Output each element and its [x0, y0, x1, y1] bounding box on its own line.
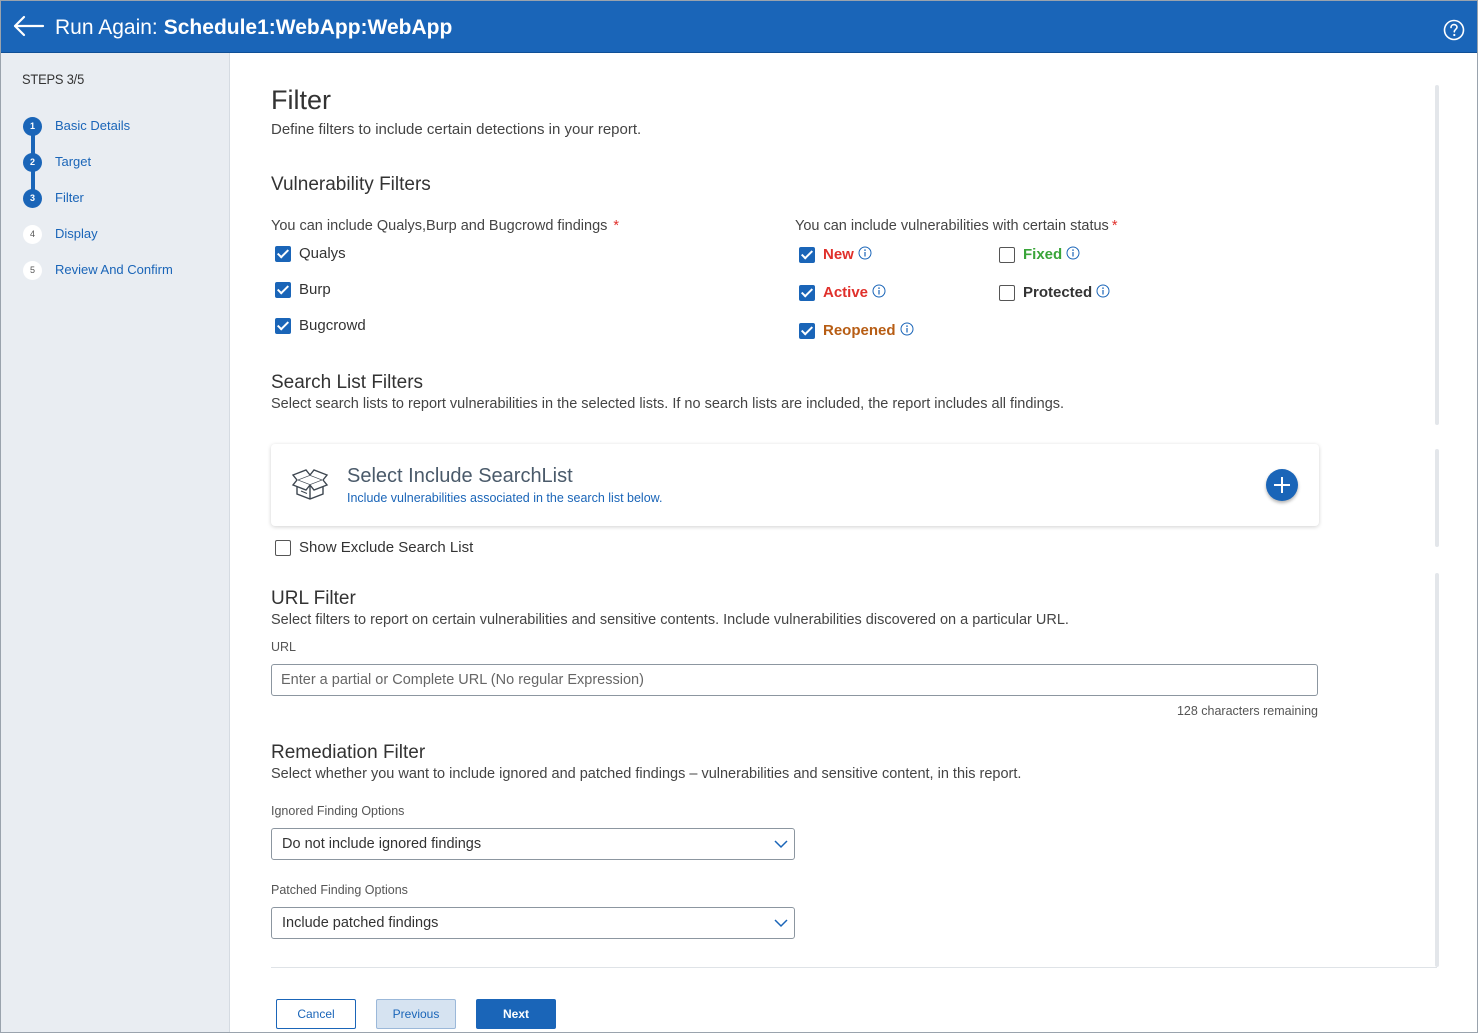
steps-sidebar: STEPS 3/5 1 Basic Details 2 Target 3 Fil… [1, 53, 230, 1032]
step-number: 2 [23, 153, 42, 172]
scrollbar-track[interactable] [1435, 573, 1439, 967]
ignored-options-label: Ignored Finding Options [271, 804, 405, 818]
step-label: Target [55, 154, 92, 169]
status-protected-label: Protected [1023, 284, 1093, 301]
searchlist-card-title: Select Include SearchList [347, 465, 573, 487]
info-circle-icon[interactable] [858, 246, 872, 260]
page-title: Filter [271, 85, 331, 115]
step-label: Review And Confirm [55, 262, 173, 277]
findings-label-text: You can include Qualys,Burp and Bugcrowd… [271, 218, 608, 234]
url-input[interactable] [271, 664, 1318, 696]
select-value: Include patched findings [282, 915, 439, 931]
status-reopened-label: Reopened [823, 322, 896, 339]
scrollbar-track[interactable] [1435, 449, 1439, 547]
remediation-filter-title: Remediation Filter [271, 742, 426, 763]
checkbox-label: Burp [299, 281, 331, 298]
app-window: Run Again: Schedule1:WebApp:WebApp STEPS … [0, 0, 1478, 1033]
checkbox-checked[interactable] [275, 318, 291, 334]
chevron-down-icon [774, 919, 788, 928]
step-label: Basic Details [55, 118, 131, 133]
chars-remaining-counter: 128 characters remaining [1176, 704, 1318, 718]
help-button[interactable] [1443, 19, 1465, 41]
select-value: Do not include ignored findings [282, 836, 482, 852]
vulnerability-filters-title: Vulnerability Filters [271, 174, 431, 195]
ignored-findings-select[interactable]: Do not include ignored findings [271, 828, 795, 860]
checkbox-unchecked[interactable] [999, 285, 1015, 301]
url-field-label: URL [271, 640, 297, 654]
required-mark: * [1111, 218, 1118, 234]
step-number: 1 [23, 117, 42, 136]
remediation-filter-description: Select whether you want to include ignor… [271, 766, 1022, 782]
status-active-label: Active [823, 284, 869, 301]
checkbox-checked[interactable] [799, 247, 815, 263]
checkbox-checked[interactable] [799, 323, 815, 339]
status-label-wrap: Reopened [823, 322, 914, 339]
checkbox-label: Bugcrowd [299, 317, 366, 334]
checkbox-unchecked[interactable] [275, 540, 291, 556]
status-label-wrap: New [823, 246, 872, 263]
page-header-title: Run Again: Schedule1:WebApp:WebApp [55, 16, 452, 40]
required-mark: * [613, 218, 620, 234]
main-content: Filter Define filters to include certain… [231, 53, 1477, 1032]
checkbox-checked[interactable] [275, 246, 291, 262]
question-circle-icon [1443, 19, 1465, 41]
checkbox-label: Qualys [299, 245, 346, 262]
include-searchlist-card: Select Include SearchList Include vulner… [271, 444, 1319, 526]
status-label-wrap: Protected [1023, 284, 1110, 301]
status-label-text: You can include vulnerabilities with cer… [795, 218, 1109, 234]
url-filter-title: URL Filter [271, 588, 356, 609]
checkbox-label: Show Exclude Search List [299, 539, 474, 556]
checkbox-checked[interactable] [799, 285, 815, 301]
step-number: 3 [23, 189, 42, 208]
previous-button[interactable]: Previous [376, 999, 456, 1029]
checkbox-unchecked[interactable] [999, 247, 1015, 263]
info-circle-icon[interactable] [1096, 284, 1110, 298]
step-label: Filter [55, 190, 84, 205]
searchlist-card-subtitle: Include vulnerabilities associated in th… [347, 491, 663, 505]
header-title-prefix: Run Again: [55, 16, 158, 39]
top-header: Run Again: Schedule1:WebApp:WebApp [1, 1, 1477, 53]
patched-findings-select[interactable]: Include patched findings [271, 907, 795, 939]
status-label: You can include vulnerabilities with cer… [795, 218, 1117, 234]
back-button[interactable] [13, 13, 45, 39]
info-circle-icon[interactable] [900, 322, 914, 336]
scrollbar-track[interactable] [1435, 85, 1439, 425]
step-label: Display [55, 226, 98, 241]
search-list-filters-description: Select search lists to report vulnerabil… [271, 396, 1065, 412]
chevron-down-icon [774, 840, 788, 849]
search-list-filters-title: Search List Filters [271, 372, 424, 393]
patched-options-label: Patched Finding Options [271, 883, 408, 897]
header-title-name: Schedule1:WebApp:WebApp [163, 16, 453, 39]
steps-counter: STEPS 3/5 [22, 71, 85, 87]
arrow-left-icon [13, 15, 45, 37]
findings-label: You can include Qualys,Burp and Bugcrowd… [271, 218, 619, 234]
page-subtitle: Define filters to include certain detect… [271, 121, 642, 138]
info-circle-icon[interactable] [1066, 246, 1080, 260]
checkbox-checked[interactable] [275, 282, 291, 298]
next-button[interactable]: Next [476, 999, 556, 1029]
step-number: 4 [23, 225, 42, 244]
add-searchlist-button[interactable] [1266, 469, 1298, 501]
cancel-button[interactable]: Cancel [276, 999, 356, 1029]
url-filter-description: Select filters to report on certain vuln… [271, 612, 1069, 628]
status-new-label: New [823, 246, 854, 263]
status-label-wrap: Active [823, 284, 886, 301]
status-fixed-label: Fixed [1023, 246, 1063, 263]
footer-divider [271, 967, 1437, 968]
info-circle-icon[interactable] [872, 284, 886, 298]
step-number: 5 [23, 261, 42, 280]
open-box-icon [291, 469, 329, 500]
status-label-wrap: Fixed [1023, 246, 1080, 263]
